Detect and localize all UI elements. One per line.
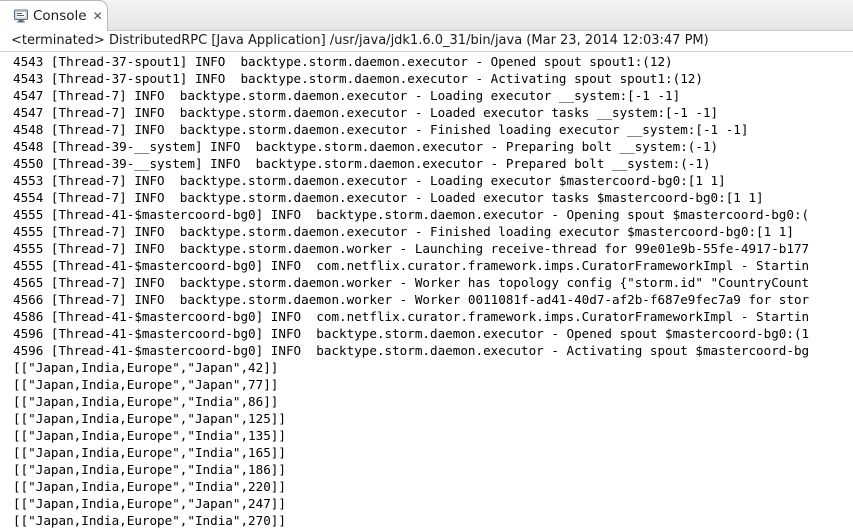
console-line: [["Japan,India,Europe","Japan",125]]: [13, 411, 286, 426]
console-line: 4566 [Thread-7] INFO backtype.storm.daem…: [13, 292, 810, 307]
launch-status-label: <terminated> DistributedRPC [Java Applic…: [0, 31, 853, 52]
console-line: 4596 [Thread-41-$mastercoord-bg0] INFO b…: [13, 326, 810, 341]
console-line: 4586 [Thread-41-$mastercoord-bg0] INFO c…: [13, 309, 810, 324]
console-line: 4565 [Thread-7] INFO backtype.storm.daem…: [13, 275, 810, 290]
console-line: [["Japan,India,Europe","India",220]]: [13, 479, 286, 494]
console-line: [["Japan,India,Europe","India",270]]: [13, 513, 286, 528]
console-line: [["Japan,India,Europe","India",165]]: [13, 445, 286, 460]
console-line: 4550 [Thread-39-__system] INFO backtype.…: [13, 156, 711, 171]
console-line: 4547 [Thread-7] INFO backtype.storm.daem…: [13, 88, 681, 103]
console-line: 4547 [Thread-7] INFO backtype.storm.daem…: [13, 105, 719, 120]
view-tab-strip: Console ✕: [0, 0, 853, 31]
console-line: 4596 [Thread-41-$mastercoord-bg0] INFO b…: [13, 343, 810, 358]
console-line: 4548 [Thread-7] INFO backtype.storm.daem…: [13, 122, 749, 137]
console-line: 4554 [Thread-7] INFO backtype.storm.daem…: [13, 190, 764, 205]
console-line: [["Japan,India,Europe","Japan",77]]: [13, 377, 279, 392]
console-line: 4555 [Thread-7] INFO backtype.storm.daem…: [13, 241, 810, 256]
tab-console-label: Console: [33, 8, 87, 24]
console-line: 4543 [Thread-37-spout1] INFO backtype.st…: [13, 71, 703, 86]
console-line: [["Japan,India,Europe","India",186]]: [13, 462, 286, 477]
close-icon[interactable]: ✕: [93, 10, 103, 22]
console-line: 4555 [Thread-41-$mastercoord-bg0] INFO c…: [13, 258, 810, 273]
console-line: 4553 [Thread-7] INFO backtype.storm.daem…: [13, 173, 726, 188]
console-line: 4548 [Thread-39-__system] INFO backtype.…: [13, 139, 719, 154]
console-output[interactable]: 4543 [Thread-37-spout1] INFO backtype.st…: [0, 52, 853, 528]
console-line: 4555 [Thread-7] INFO backtype.storm.daem…: [13, 224, 794, 239]
console-monitor-icon: [14, 9, 28, 23]
console-view: Console ✕ <terminated> DistributedRPC [J…: [0, 0, 853, 528]
console-line: [["Japan,India,Europe","Japan",42]]: [13, 360, 279, 375]
console-line: [["Japan,India,Europe","Japan",247]]: [13, 496, 286, 511]
tab-console[interactable]: Console ✕: [0, 0, 108, 31]
console-line: 4543 [Thread-37-spout1] INFO backtype.st…: [13, 54, 673, 69]
console-line: 4555 [Thread-41-$mastercoord-bg0] INFO b…: [13, 207, 810, 222]
console-line: [["Japan,India,Europe","India",135]]: [13, 428, 286, 443]
console-line: [["Japan,India,Europe","India",86]]: [13, 394, 279, 409]
